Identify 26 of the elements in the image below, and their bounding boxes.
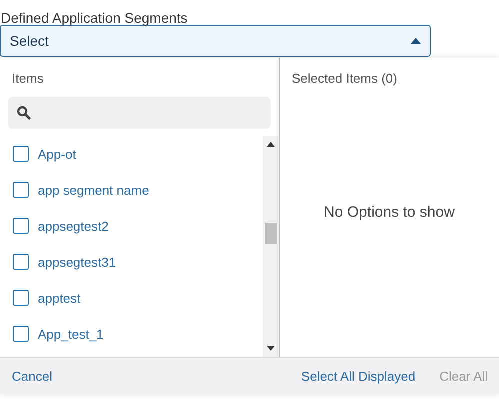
checkbox[interactable] — [13, 218, 29, 234]
list-item[interactable]: App-ot — [0, 136, 263, 172]
scroll-down-icon[interactable] — [267, 346, 275, 351]
checkbox[interactable] — [13, 326, 29, 342]
scrollbar[interactable] — [263, 136, 279, 357]
search-icon — [17, 106, 31, 120]
scrollbar-thumb[interactable] — [265, 223, 277, 244]
checkbox[interactable] — [13, 254, 29, 270]
checkbox[interactable] — [13, 290, 29, 306]
list-item[interactable]: App_test_1 — [0, 316, 263, 352]
caret-icon — [411, 38, 421, 44]
select-all-button[interactable]: Select All Displayed — [301, 368, 416, 384]
checkbox[interactable] — [13, 182, 29, 198]
checkbox[interactable] — [13, 146, 29, 162]
dropdown-select[interactable]: Select — [0, 25, 431, 57]
list-item[interactable]: app segment name — [0, 172, 263, 208]
list-item[interactable]: appsegtest31 — [0, 244, 263, 280]
list-item[interactable]: appsegtest2 — [0, 208, 263, 244]
field-label: Defined Application Segments — [0, 9, 189, 25]
cancel-button[interactable]: Cancel — [12, 368, 52, 384]
scroll-up-icon[interactable] — [267, 142, 275, 147]
empty-message: No Options to show — [323, 202, 456, 222]
selected-items-heading: Selected Items (0) — [291, 70, 398, 88]
list-item[interactable]: apptest — [0, 280, 263, 316]
items-heading: Items — [11, 70, 45, 88]
search-field[interactable] — [8, 97, 271, 129]
